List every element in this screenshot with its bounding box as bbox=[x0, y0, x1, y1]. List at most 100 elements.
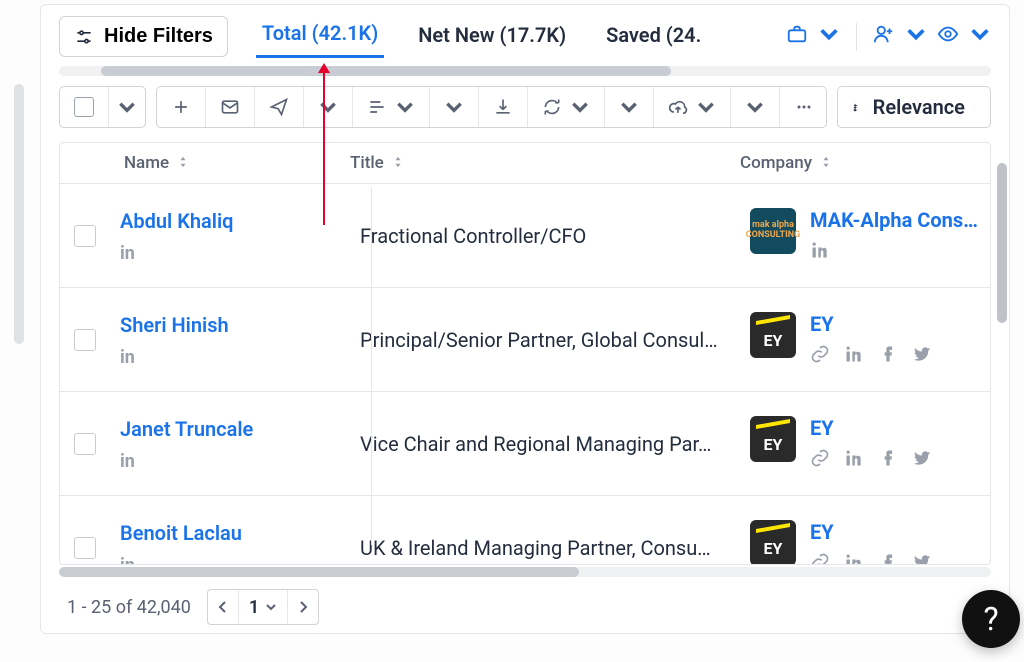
sequence-dropdown[interactable] bbox=[430, 87, 479, 127]
caret-down-icon bbox=[395, 97, 415, 117]
tab-net-new[interactable]: Net New (17.7K) bbox=[412, 17, 572, 57]
sequence-button[interactable] bbox=[353, 87, 430, 127]
caret-down-icon[interactable] bbox=[905, 23, 927, 50]
row-checkbox[interactable] bbox=[74, 433, 96, 455]
caret-down-icon[interactable] bbox=[969, 23, 991, 50]
eye-icon[interactable] bbox=[937, 23, 959, 50]
column-name[interactable]: Name bbox=[110, 153, 350, 173]
cloud-dropdown[interactable] bbox=[731, 87, 780, 127]
link-icon[interactable] bbox=[810, 448, 830, 472]
page-select[interactable]: 1 bbox=[239, 590, 288, 624]
row-checkbox[interactable] bbox=[74, 225, 96, 247]
company-socials bbox=[810, 448, 932, 472]
person-name-link[interactable]: Abdul Khaliq bbox=[120, 209, 340, 233]
sort-indicator-icon bbox=[177, 153, 189, 173]
caret-down-icon bbox=[975, 101, 976, 113]
linkedin-icon[interactable]: in bbox=[120, 451, 144, 471]
results-panel: Hide Filters Total (42.1K) Net New (17.7… bbox=[40, 4, 1010, 634]
caret-down-icon[interactable] bbox=[117, 97, 137, 117]
column-title[interactable]: Title bbox=[350, 153, 740, 173]
tab-total[interactable]: Total (42.1K) bbox=[256, 15, 384, 58]
sliders-icon bbox=[74, 27, 94, 47]
person-name-link[interactable]: Benoit Laclau bbox=[120, 521, 340, 545]
caret-down-icon bbox=[619, 97, 639, 117]
caret-down-icon bbox=[318, 97, 338, 117]
facebook-icon[interactable] bbox=[878, 344, 898, 368]
email-button[interactable] bbox=[206, 87, 255, 127]
briefcase-icon[interactable] bbox=[786, 23, 808, 50]
linkedin-icon[interactable]: in bbox=[120, 243, 144, 263]
vertical-scrollbar[interactable] bbox=[997, 163, 1007, 545]
twitter-icon[interactable] bbox=[912, 344, 932, 368]
cloud-button[interactable] bbox=[654, 87, 731, 127]
table-row: Benoit Laclau in UK & Ireland Managing Par… bbox=[60, 496, 990, 564]
row-checkbox[interactable] bbox=[74, 329, 96, 351]
refresh-dropdown[interactable] bbox=[605, 87, 654, 127]
send-button[interactable] bbox=[255, 87, 304, 127]
prev-page-button[interactable] bbox=[208, 590, 239, 624]
tab-saved[interactable]: Saved (24. bbox=[600, 17, 707, 57]
linkedin-icon[interactable] bbox=[810, 240, 830, 264]
facebook-icon[interactable] bbox=[878, 448, 898, 472]
company-name-link[interactable]: EY bbox=[810, 416, 932, 440]
company-logo: EY bbox=[750, 312, 796, 358]
refresh-button[interactable] bbox=[528, 87, 605, 127]
linkedin-icon[interactable]: in bbox=[120, 555, 144, 565]
linkedin-icon[interactable]: in bbox=[120, 347, 144, 367]
sort-icon bbox=[852, 102, 863, 113]
chevron-left-icon bbox=[218, 601, 228, 613]
export-button[interactable] bbox=[479, 87, 528, 127]
caret-down-icon bbox=[444, 97, 464, 117]
company-logo: EY bbox=[750, 416, 796, 462]
caret-down-icon bbox=[570, 97, 590, 117]
linkedin-icon[interactable] bbox=[844, 552, 864, 565]
help-button[interactable]: ? bbox=[962, 590, 1020, 648]
add-button[interactable] bbox=[157, 87, 206, 127]
title-text: UK & Ireland Managing Partner, Consu… bbox=[360, 536, 730, 560]
link-icon[interactable] bbox=[810, 344, 830, 368]
table-row: Abdul KhaliqinFractional Controller/CFOm… bbox=[60, 184, 990, 288]
caret-down-icon bbox=[745, 97, 765, 117]
add-user-icon[interactable] bbox=[873, 23, 895, 50]
company-socials bbox=[810, 344, 932, 368]
sort-button[interactable]: Relevance bbox=[837, 86, 991, 128]
twitter-icon[interactable] bbox=[912, 448, 932, 472]
left-scrollbar[interactable] bbox=[4, 4, 34, 658]
row-checkbox[interactable] bbox=[74, 537, 96, 559]
table-body: Abdul KhaliqinFractional Controller/CFOm… bbox=[60, 184, 990, 564]
company-socials bbox=[810, 552, 932, 565]
next-page-button[interactable] bbox=[288, 590, 318, 624]
company-name-link[interactable]: MAK-Alpha Cons… bbox=[810, 208, 978, 232]
results-table: Name Title Company Abdul KhaliqinFractio… bbox=[59, 142, 991, 565]
linkedin-icon[interactable] bbox=[844, 448, 864, 472]
select-all-dropdown[interactable] bbox=[59, 86, 146, 128]
top-bar: Hide Filters Total (42.1K) Net New (17.7… bbox=[41, 5, 1009, 64]
top-horizontal-scrollbar[interactable] bbox=[59, 66, 991, 76]
linkedin-icon[interactable] bbox=[844, 344, 864, 368]
column-divider[interactable] bbox=[371, 187, 372, 545]
table-row: Sheri HinishinPrincipal/Senior Partner, … bbox=[60, 288, 990, 392]
select-all-checkbox[interactable] bbox=[74, 97, 94, 117]
company-name-link[interactable]: EY bbox=[810, 312, 932, 336]
caret-down-icon bbox=[265, 601, 277, 613]
person-name-link[interactable]: Janet Truncale bbox=[120, 417, 340, 441]
download-icon bbox=[493, 97, 513, 117]
title-text: Vice Chair and Regional Managing Par… bbox=[360, 432, 730, 456]
send-dropdown[interactable] bbox=[304, 87, 353, 127]
person-name-link[interactable]: Sheri Hinish bbox=[120, 313, 340, 337]
facebook-icon[interactable] bbox=[878, 552, 898, 565]
company-logo: mak alphaCONSULTING bbox=[750, 208, 796, 254]
more-button[interactable] bbox=[780, 87, 827, 127]
send-icon bbox=[269, 97, 289, 117]
hide-filters-button[interactable]: Hide Filters bbox=[59, 16, 228, 57]
link-icon[interactable] bbox=[810, 552, 830, 565]
company-name-link[interactable]: EY bbox=[810, 520, 932, 544]
sort-indicator-icon bbox=[392, 153, 404, 173]
caret-down-icon[interactable] bbox=[818, 23, 840, 50]
twitter-icon[interactable] bbox=[912, 552, 932, 565]
bottom-horizontal-scrollbar[interactable] bbox=[59, 567, 991, 577]
company-socials bbox=[810, 240, 978, 264]
table-header: Name Title Company bbox=[60, 143, 990, 184]
current-page: 1 bbox=[249, 597, 259, 618]
column-company[interactable]: Company bbox=[740, 153, 991, 173]
